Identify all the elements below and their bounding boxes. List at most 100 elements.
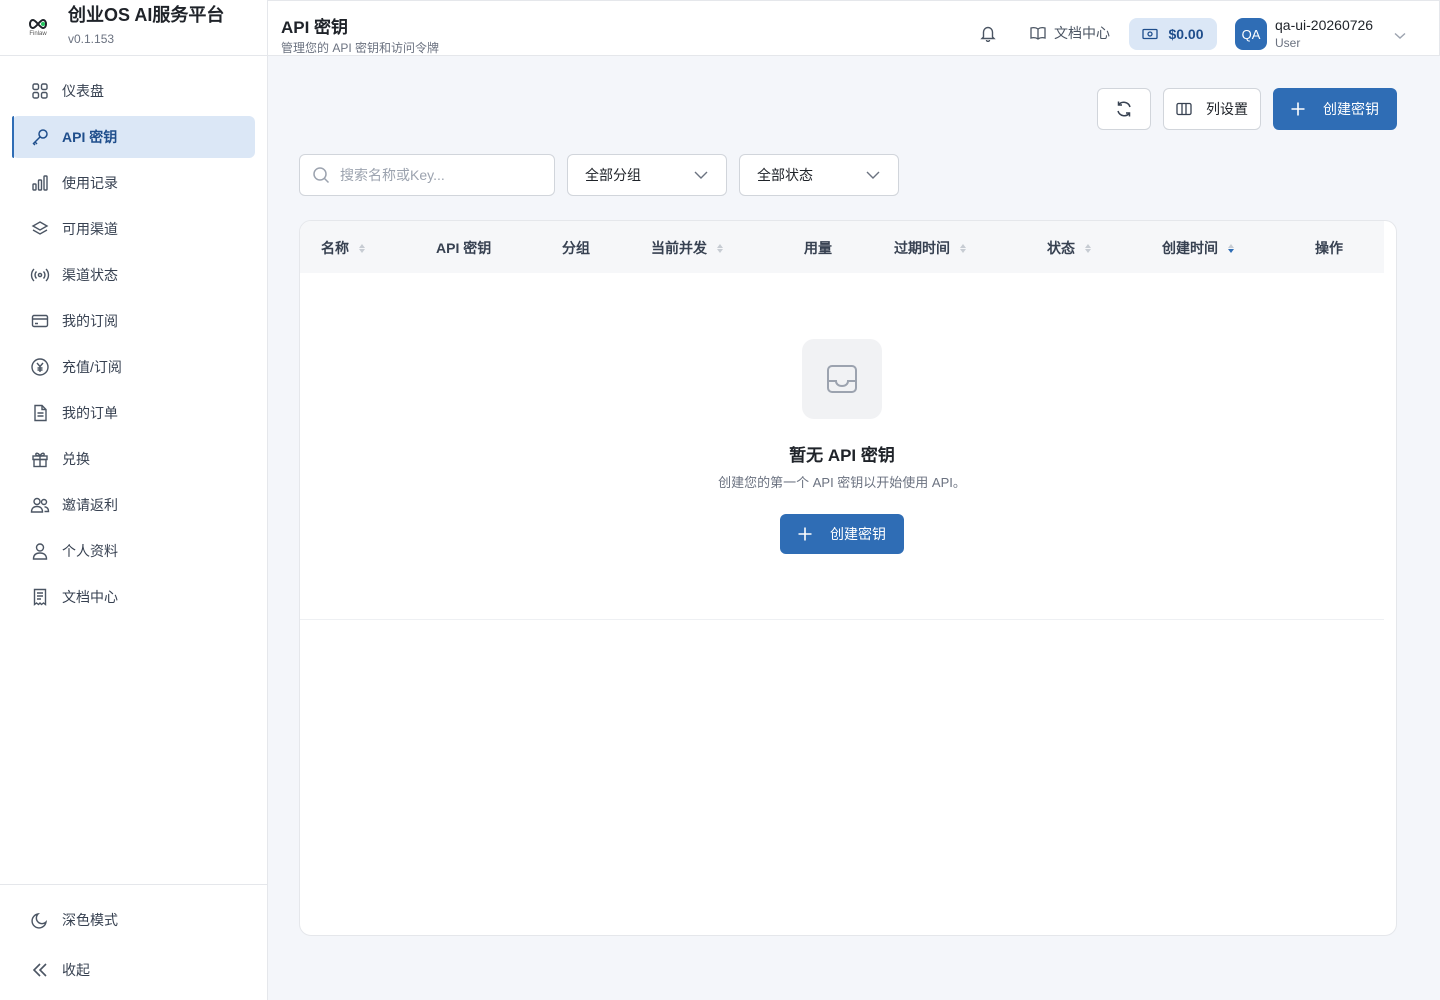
sort-icon bbox=[717, 243, 723, 253]
status-select[interactable]: 全部状态 bbox=[739, 154, 899, 196]
sidebar-item-label: 邀请返利 bbox=[62, 497, 118, 513]
grid-icon bbox=[30, 81, 50, 101]
layers-icon bbox=[30, 219, 50, 239]
sidebar-item-referral[interactable]: 邀请返利 bbox=[12, 484, 255, 526]
sort-icon bbox=[1228, 243, 1234, 253]
sidebar-footer: 深色模式 收起 bbox=[0, 884, 267, 1000]
refresh-button[interactable] bbox=[1097, 88, 1151, 130]
chevron-down-icon bbox=[694, 171, 708, 179]
sidebar-item-recharge[interactable]: 充值/订阅 bbox=[12, 346, 255, 388]
column-header-label: 状态 bbox=[1047, 240, 1075, 256]
sidebar-item-label: 渠道状态 bbox=[62, 267, 118, 283]
table-header: 名称 API 密钥 分组 当前并发 用量 过期时间 状态 创建时间 操作 bbox=[300, 221, 1384, 273]
column-header-name[interactable]: 名称 bbox=[321, 238, 365, 258]
column-header-label: 用量 bbox=[804, 240, 832, 256]
search-icon bbox=[313, 167, 330, 184]
receipt-icon bbox=[30, 587, 50, 607]
column-header-label: 操作 bbox=[1315, 240, 1343, 256]
gift-icon bbox=[30, 449, 50, 469]
users-icon bbox=[30, 495, 50, 515]
sidebar: Finlaw 创业OS AI服务平台 v0.1.153 仪表盘 API 密钥 使… bbox=[0, 0, 268, 1000]
sidebar-item-channels[interactable]: 可用渠道 bbox=[12, 208, 255, 250]
column-header-created[interactable]: 创建时间 bbox=[1162, 238, 1234, 258]
column-header-expiry[interactable]: 过期时间 bbox=[894, 238, 966, 258]
sidebar-item-profile[interactable]: 个人资料 bbox=[12, 530, 255, 572]
sort-icon bbox=[960, 243, 966, 253]
docs-center-link[interactable]: 文档中心 bbox=[1030, 23, 1110, 43]
infinity-logo-icon bbox=[29, 18, 47, 30]
yen-circle-icon bbox=[30, 357, 50, 377]
chevron-down-icon[interactable] bbox=[1394, 27, 1406, 45]
refresh-icon bbox=[1117, 101, 1131, 117]
create-key-button[interactable]: 创建密钥 bbox=[1273, 88, 1397, 130]
sidebar-item-label: 兑换 bbox=[62, 451, 90, 467]
bell-icon[interactable] bbox=[979, 24, 997, 43]
brand-logo[interactable]: Finlaw bbox=[26, 13, 50, 43]
columns-icon bbox=[1176, 102, 1192, 116]
empty-create-key-label: 创建密钥 bbox=[830, 526, 886, 542]
table-divider bbox=[300, 619, 1384, 620]
document-icon bbox=[30, 403, 50, 423]
page-title: API 密钥 bbox=[281, 18, 349, 37]
balance-amount: $0.00 bbox=[1168, 26, 1204, 42]
sort-icon bbox=[1085, 243, 1091, 253]
collapse-sidebar-button[interactable]: 收起 bbox=[12, 949, 255, 991]
chevron-down-icon bbox=[866, 171, 880, 179]
collapse-label: 收起 bbox=[62, 962, 90, 978]
docs-center-label: 文档中心 bbox=[1054, 25, 1110, 41]
group-select[interactable]: 全部分组 bbox=[567, 154, 727, 196]
sidebar-item-label: 充值/订阅 bbox=[62, 359, 122, 375]
column-header-status[interactable]: 状态 bbox=[1047, 238, 1091, 258]
api-keys-table: 名称 API 密钥 分组 当前并发 用量 过期时间 状态 创建时间 操作 暂无 … bbox=[299, 220, 1397, 936]
top-header: API 密钥 管理您的 API 密钥和访问令牌 文档中心 $0.00 QA qa… bbox=[268, 0, 1440, 56]
search-field[interactable] bbox=[299, 154, 555, 196]
key-icon bbox=[30, 127, 50, 147]
sidebar-item-label: 仪表盘 bbox=[62, 83, 104, 99]
moon-icon bbox=[30, 910, 50, 930]
column-settings-button[interactable]: 列设置 bbox=[1163, 88, 1261, 130]
status-select-value: 全部状态 bbox=[757, 167, 813, 183]
brand-title: 创业OS AI服务平台 bbox=[68, 4, 225, 25]
group-select-value: 全部分组 bbox=[585, 167, 641, 183]
sidebar-item-usage[interactable]: 使用记录 bbox=[12, 162, 255, 204]
user-name[interactable]: qa-ui-20260726 bbox=[1275, 17, 1373, 33]
sidebar-item-subscriptions[interactable]: 我的订阅 bbox=[12, 300, 255, 342]
sidebar-item-api-keys[interactable]: API 密钥 bbox=[12, 116, 255, 158]
bar-chart-icon bbox=[30, 173, 50, 193]
chevrons-left-icon bbox=[30, 960, 50, 980]
sidebar-item-orders[interactable]: 我的订单 bbox=[12, 392, 255, 434]
sidebar-item-redeem[interactable]: 兑换 bbox=[12, 438, 255, 480]
sidebar-item-docs[interactable]: 文档中心 bbox=[12, 576, 255, 618]
column-header-label: 当前并发 bbox=[651, 240, 707, 256]
empty-inbox-icon bbox=[802, 339, 882, 419]
column-header-label: 分组 bbox=[562, 240, 590, 256]
sidebar-item-label: 我的订单 bbox=[62, 405, 118, 421]
brand: Finlaw 创业OS AI服务平台 v0.1.153 bbox=[0, 0, 267, 56]
user-role: User bbox=[1275, 36, 1301, 50]
empty-create-key-button[interactable]: 创建密钥 bbox=[780, 514, 904, 554]
column-header-label: 名称 bbox=[321, 240, 349, 256]
avatar[interactable]: QA bbox=[1235, 18, 1267, 50]
book-icon bbox=[1030, 27, 1046, 40]
dark-mode-label: 深色模式 bbox=[62, 912, 118, 928]
dark-mode-toggle[interactable]: 深色模式 bbox=[12, 899, 255, 941]
sidebar-item-label: 个人资料 bbox=[62, 543, 118, 559]
credit-card-icon bbox=[30, 311, 50, 331]
search-input[interactable] bbox=[340, 167, 540, 183]
column-header-concurrency[interactable]: 当前并发 bbox=[651, 238, 723, 258]
brand-logo-text: Finlaw bbox=[29, 31, 47, 37]
sort-icon bbox=[359, 243, 365, 253]
sidebar-item-label: 可用渠道 bbox=[62, 221, 118, 237]
sidebar-item-label: 文档中心 bbox=[62, 589, 118, 605]
plus-icon bbox=[1291, 102, 1305, 116]
sidebar-item-label: 我的订阅 bbox=[62, 313, 118, 329]
plus-icon bbox=[798, 527, 812, 541]
sidebar-item-dashboard[interactable]: 仪表盘 bbox=[12, 70, 255, 112]
column-header-label: API 密钥 bbox=[436, 240, 492, 256]
sidebar-item-channel-status[interactable]: 渠道状态 bbox=[12, 254, 255, 296]
sidebar-item-label: 使用记录 bbox=[62, 175, 118, 191]
balance-badge[interactable]: $0.00 bbox=[1129, 18, 1217, 50]
wallet-icon bbox=[1142, 28, 1159, 40]
column-header-label: 创建时间 bbox=[1162, 240, 1218, 256]
empty-state-description: 创建您的第一个 API 密钥以开始使用 API。 bbox=[718, 475, 966, 490]
